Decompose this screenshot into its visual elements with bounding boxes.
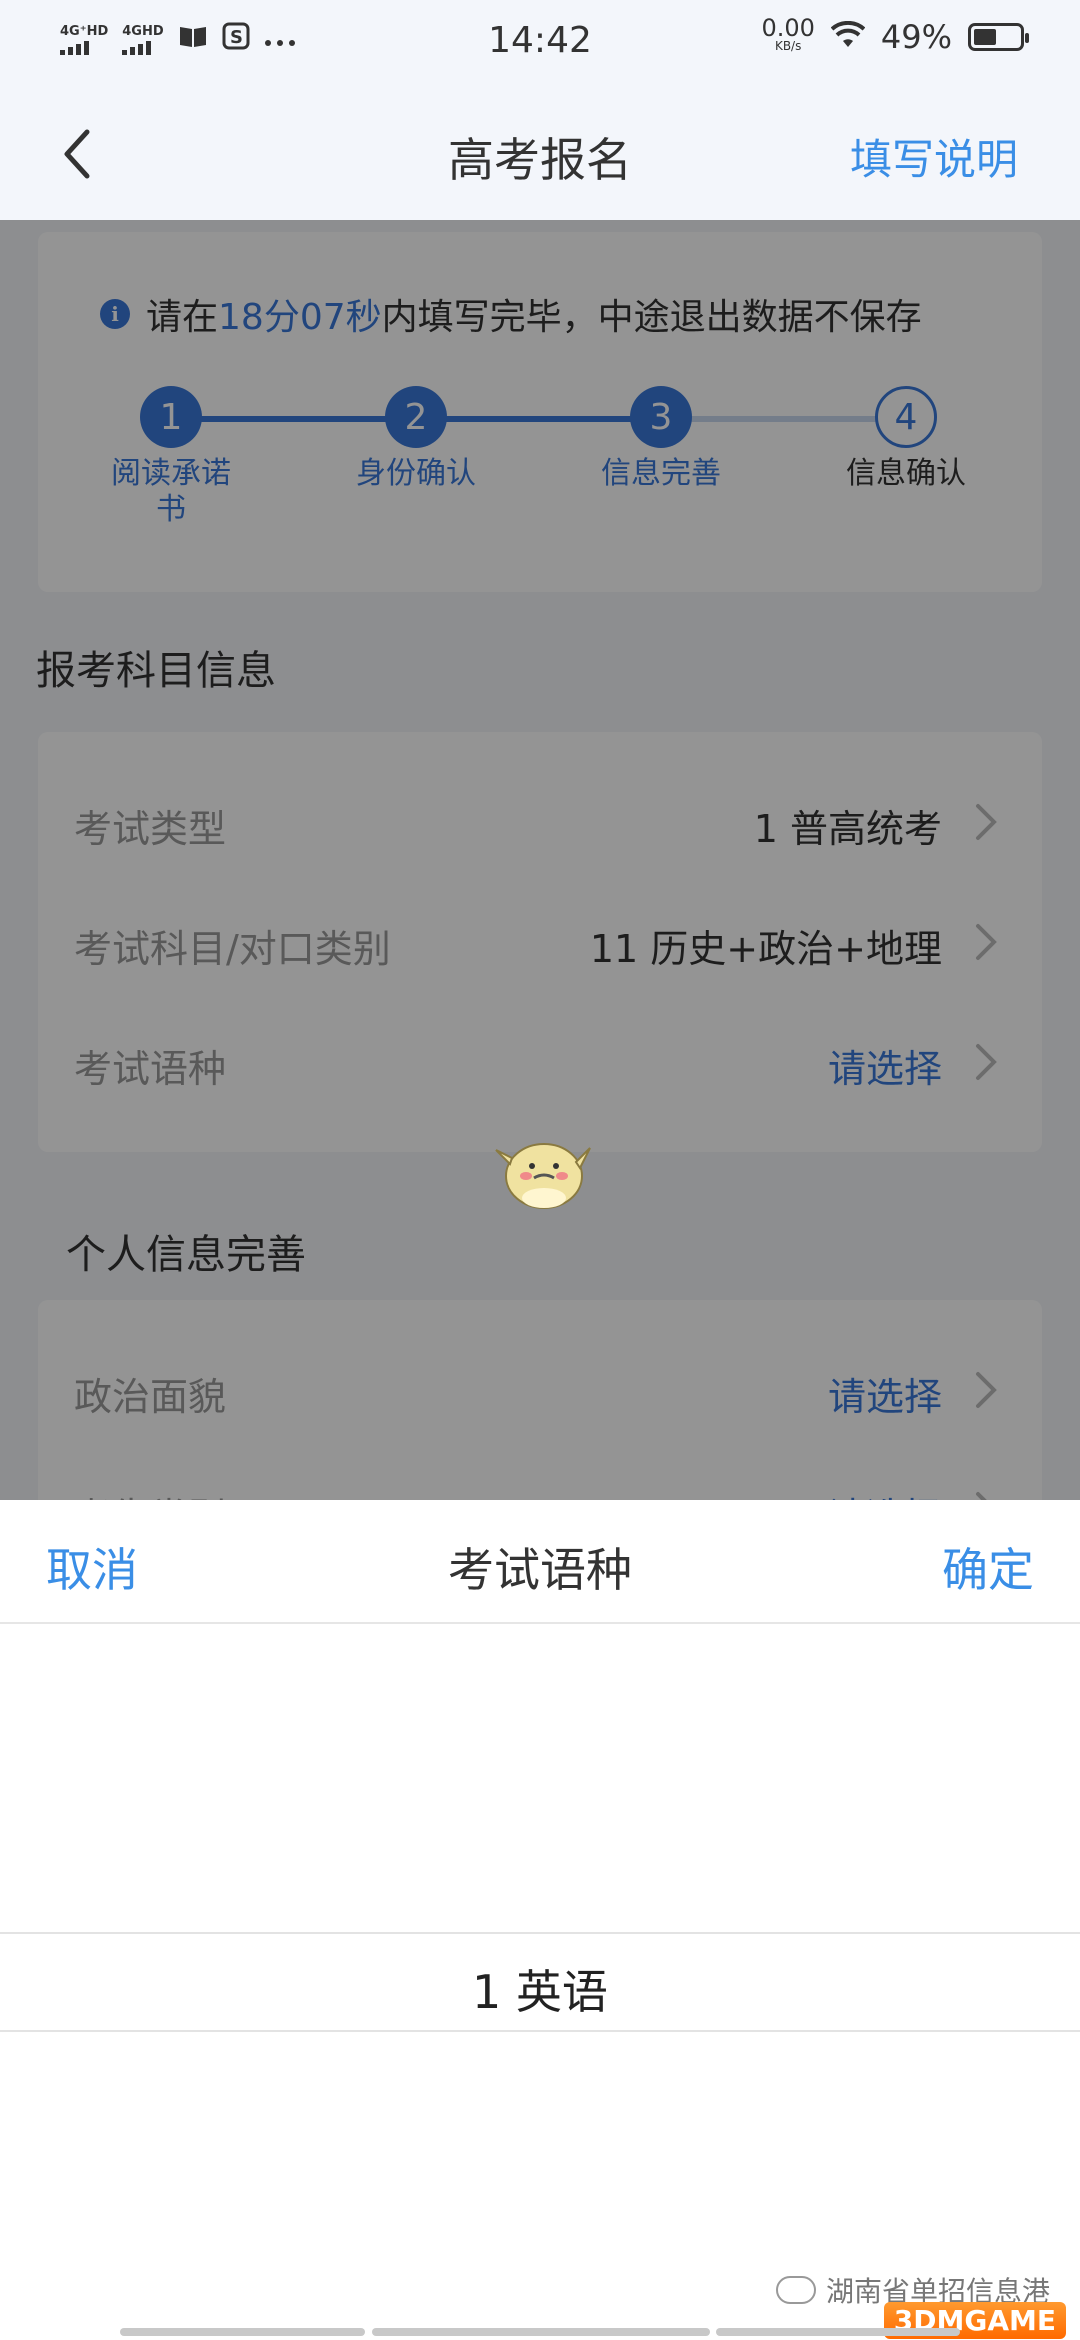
network-speed: 0.00 KB/s [761,14,815,55]
speed-unit: KB/s [774,39,802,53]
picker-option-english[interactable]: 1 英语 [0,1956,1080,2022]
battery-percent: 49% [880,18,952,56]
gesture-bar [372,2328,710,2336]
fill-instructions-link[interactable]: 填写说明 [850,126,1018,187]
gesture-bar [716,2328,960,2336]
confirm-button[interactable]: 确定 [942,1534,1034,1600]
nav-bar: 高考报名 填写说明 [0,88,1080,220]
wechat-icon [775,2276,816,2304]
modal-backdrop[interactable] [0,220,1080,1500]
picker-selection[interactable]: 1 英语 [0,1932,1080,2032]
speed-value: 0.00 [761,14,815,42]
language-picker-sheet: 取消 考试语种 确定 1 英语 [0,1500,1080,2340]
mascot-sticker [495,1143,591,1209]
wifi-icon [830,20,866,53]
battery-icon [968,23,1029,51]
gesture-bar [120,2328,365,2336]
status-bar: 4G⁺HD 4GHD S 14:42 0.00 KB/s 49% [0,0,1080,88]
picker-title: 考试语种 [448,1543,632,1597]
battery-fill [974,29,996,45]
picker-header: 取消 考试语种 确定 [0,1500,1080,1624]
